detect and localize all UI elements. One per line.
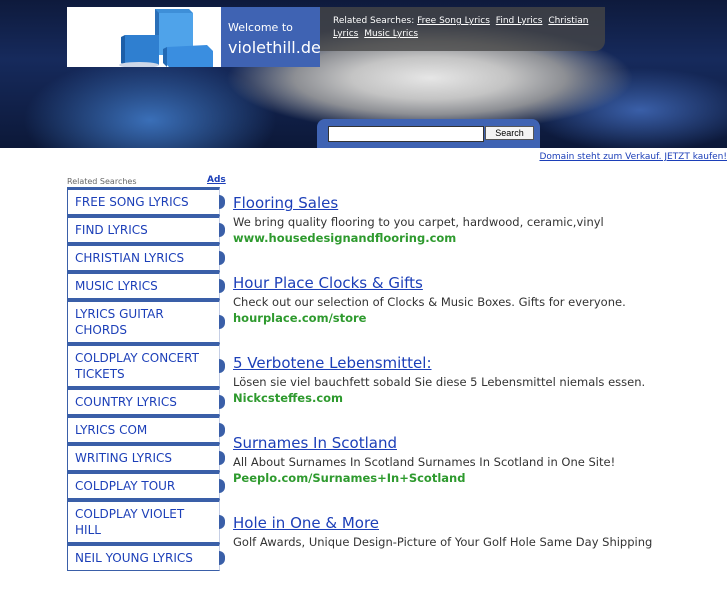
related-searches-sidebar: FREE SONG LYRICS FIND LYRICS CHRISTIAN L… bbox=[67, 187, 227, 571]
domain-sale-link[interactable]: Domain steht zum Verkauf. JETZT kaufen! bbox=[539, 152, 727, 162]
site-logo[interactable] bbox=[67, 7, 221, 67]
ad-list: Flooring Sales We bring quality flooring… bbox=[233, 193, 723, 593]
ad-description: Check out our selection of Clocks & Musi… bbox=[233, 295, 626, 309]
ad-description: Golf Awards, Unique Design-Picture of Yo… bbox=[233, 535, 653, 549]
sidebar-item-lyrics-com[interactable]: LYRICS COM bbox=[67, 415, 225, 443]
site-name: violethill.de bbox=[228, 38, 321, 57]
sidebar-item-neil-young-lyrics[interactable]: NEIL YOUNG LYRICS bbox=[67, 543, 225, 571]
related-link-free-song-lyrics[interactable]: Free Song Lyrics bbox=[417, 16, 490, 26]
ad-url-link[interactable]: hourplace.com/store bbox=[233, 310, 723, 326]
search-input[interactable] bbox=[328, 126, 484, 142]
ad-url-link[interactable]: Peeplo.com/Surnames+In+Scotland bbox=[233, 470, 723, 486]
welcome-line: Welcome to bbox=[228, 21, 293, 34]
ad-item: Hole in One & More Golf Awards, Unique D… bbox=[233, 513, 723, 593]
related-searches-top: Related Searches: Free Song Lyrics Find … bbox=[320, 7, 605, 51]
ad-title-link[interactable]: Flooring Sales bbox=[233, 193, 723, 213]
sidebar-item-find-lyrics[interactable]: FIND LYRICS bbox=[67, 215, 225, 243]
sidebar-item-lyrics-guitar-chords[interactable]: LYRICS GUITAR CHORDS bbox=[67, 299, 225, 343]
sidebar-item-coldplay-tour[interactable]: COLDPLAY TOUR bbox=[67, 471, 225, 499]
sidebar-label: Related Searches bbox=[67, 177, 137, 186]
sidebar-item-coldplay-violet-hill[interactable]: COLDPLAY VIOLET HILL bbox=[67, 499, 225, 543]
related-link-music-lyrics[interactable]: Music Lyrics bbox=[364, 29, 418, 39]
header-banner: Welcome to violethill.de Related Searche… bbox=[0, 0, 727, 148]
ad-title-link[interactable]: Hour Place Clocks & Gifts bbox=[233, 273, 723, 293]
related-link-find-lyrics[interactable]: Find Lyrics bbox=[496, 16, 543, 26]
ad-title-link[interactable]: Surnames In Scotland bbox=[233, 433, 723, 453]
ad-description: Lösen sie viel bauchfett sobald Sie dies… bbox=[233, 375, 646, 389]
sidebar-item-christian-lyrics[interactable]: CHRISTIAN LYRICS bbox=[67, 243, 225, 271]
sidebar-item-country-lyrics[interactable]: COUNTRY LYRICS bbox=[67, 387, 225, 415]
ads-label-link[interactable]: Ads bbox=[207, 175, 226, 185]
ad-item: Surnames In Scotland All About Surnames … bbox=[233, 433, 723, 513]
ad-description: All About Surnames In Scotland Surnames … bbox=[233, 455, 616, 469]
ad-item: Hour Place Clocks & Gifts Check out our … bbox=[233, 273, 723, 353]
sidebar-item-free-song-lyrics[interactable]: FREE SONG LYRICS bbox=[67, 187, 225, 215]
sidebar-item-coldplay-concert-tickets[interactable]: COLDPLAY CONCERT TICKETS bbox=[67, 343, 225, 387]
sidebar-item-music-lyrics[interactable]: MUSIC LYRICS bbox=[67, 271, 225, 299]
search-button[interactable]: Search bbox=[485, 126, 534, 140]
search-area: Search bbox=[317, 119, 540, 148]
ad-description: We bring quality flooring to you carpet,… bbox=[233, 215, 604, 229]
ad-title-link[interactable]: Hole in One & More bbox=[233, 513, 723, 533]
ad-url-link[interactable]: www.housedesignandflooring.com bbox=[233, 230, 723, 246]
sidebar-item-writing-lyrics[interactable]: WRITING LYRICS bbox=[67, 443, 225, 471]
ad-url-link[interactable]: Nickcsteffes.com bbox=[233, 390, 723, 406]
welcome-block: Welcome to violethill.de bbox=[221, 7, 321, 67]
ad-item: 5 Verbotene Lebensmittel: Lösen sie viel… bbox=[233, 353, 723, 433]
related-label: Related Searches: bbox=[333, 16, 415, 26]
ad-item: Flooring Sales We bring quality flooring… bbox=[233, 193, 723, 273]
blue-cube-logo-icon bbox=[119, 9, 213, 67]
ad-title-link[interactable]: 5 Verbotene Lebensmittel: bbox=[233, 353, 723, 373]
